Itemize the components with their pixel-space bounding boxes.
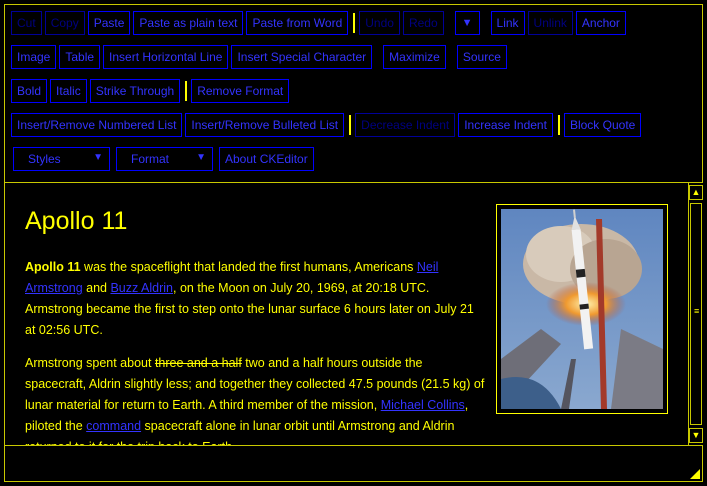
source-button[interactable]: Source (456, 45, 507, 69)
link-command[interactable]: command (86, 419, 141, 433)
vertical-scrollbar[interactable]: ▲ ≡ ▼ (688, 183, 703, 445)
increase-indent-button[interactable]: Increase Indent (458, 113, 553, 137)
toolbar-row-clipboard: Cut Copy Paste Paste as plain text Paste… (11, 10, 629, 36)
text-run: Armstrong spent about (25, 356, 155, 370)
link-michael-collins[interactable]: Michael Collins (381, 398, 465, 412)
about-button[interactable]: About CKEditor (219, 147, 314, 171)
link-buzz-aldrin[interactable]: Buzz Aldrin (110, 281, 173, 295)
table-button[interactable]: Table (59, 45, 101, 69)
anchor-button[interactable]: Anchor (575, 11, 626, 35)
chevron-down-icon: ▼ (196, 152, 206, 163)
chevron-down-icon: ▼ (93, 152, 103, 163)
resize-handle-icon[interactable] (690, 469, 700, 479)
block-quote-button[interactable]: Block Quote (563, 113, 642, 137)
toolbar-separator (349, 115, 352, 135)
image-button[interactable]: Image (11, 45, 57, 69)
toolbar-separator (557, 115, 560, 135)
unlink-button[interactable]: Unlink (527, 11, 573, 35)
redo-button[interactable]: Redo (402, 11, 444, 35)
editor-content[interactable]: Apollo 11 Apollo 11 was the spaceflight … (5, 183, 688, 445)
text-run: was the spaceflight that landed the firs… (80, 260, 417, 274)
editor-frame: Cut Copy Paste Paste as plain text Paste… (4, 4, 703, 482)
paragraph-1: Apollo 11 was the spaceflight that lande… (25, 257, 485, 341)
document-title: Apollo 11 (25, 207, 128, 235)
strikethrough-text: three and a half (154, 356, 242, 370)
rocket-launch-image (496, 204, 668, 414)
toolbar-separator (353, 13, 356, 33)
scroll-up-icon[interactable]: ▲ (689, 185, 703, 200)
paragraph-2: Armstrong spent about three and a half t… (25, 353, 485, 445)
format-combo-label: Format (131, 152, 170, 166)
copy-button[interactable]: Copy (44, 11, 85, 35)
undo-button[interactable]: Undo (359, 11, 400, 35)
numbered-list-button[interactable]: Insert/Remove Numbered List (11, 113, 183, 137)
text-run: and (82, 281, 111, 295)
paste-from-word-button[interactable]: Paste from Word (246, 11, 349, 35)
toolbar-separator (185, 81, 188, 101)
strikethrough-button[interactable]: Strike Through (89, 79, 181, 103)
styles-combo[interactable]: Styles ▼ (13, 147, 110, 171)
rocket-launch-picture (501, 209, 663, 409)
toolbar-row-basicstyles: Bold Italic Strike Through Remove Format (11, 78, 292, 104)
more-dropdown-button[interactable]: ▼ (454, 11, 480, 35)
toolbar-row-paragraph: Insert/Remove Numbered List Insert/Remov… (11, 112, 644, 138)
decrease-indent-button[interactable]: Decrease Indent (355, 113, 456, 137)
scrollbar-thumb[interactable]: ≡ (690, 203, 702, 425)
paste-button[interactable]: Paste (87, 11, 131, 35)
bold-button[interactable]: Bold (11, 79, 48, 103)
grip-icon: ≡ (694, 306, 700, 316)
horizontal-line-button[interactable]: Insert Horizontal Line (103, 45, 229, 69)
toolbar-row-styles: Styles ▼ Format ▼ About CKEditor (13, 146, 317, 172)
cut-button[interactable]: Cut (11, 11, 42, 35)
italic-button[interactable]: Italic (50, 79, 87, 103)
bulleted-list-button[interactable]: Insert/Remove Bulleted List (185, 113, 345, 137)
special-character-button[interactable]: Insert Special Character (231, 45, 373, 69)
format-combo[interactable]: Format ▼ (116, 147, 213, 171)
status-divider (5, 445, 702, 446)
link-button[interactable]: Link (490, 11, 525, 35)
scroll-down-icon[interactable]: ▼ (689, 428, 703, 443)
toolbar-row-insert: Image Table Insert Horizontal Line Inser… (11, 44, 510, 70)
paste-plain-text-button[interactable]: Paste as plain text (133, 11, 244, 35)
bold-text: Apollo 11 (25, 260, 81, 274)
remove-format-button[interactable]: Remove Format (191, 79, 290, 103)
styles-combo-label: Styles (28, 152, 61, 166)
maximize-button[interactable]: Maximize (383, 45, 446, 69)
